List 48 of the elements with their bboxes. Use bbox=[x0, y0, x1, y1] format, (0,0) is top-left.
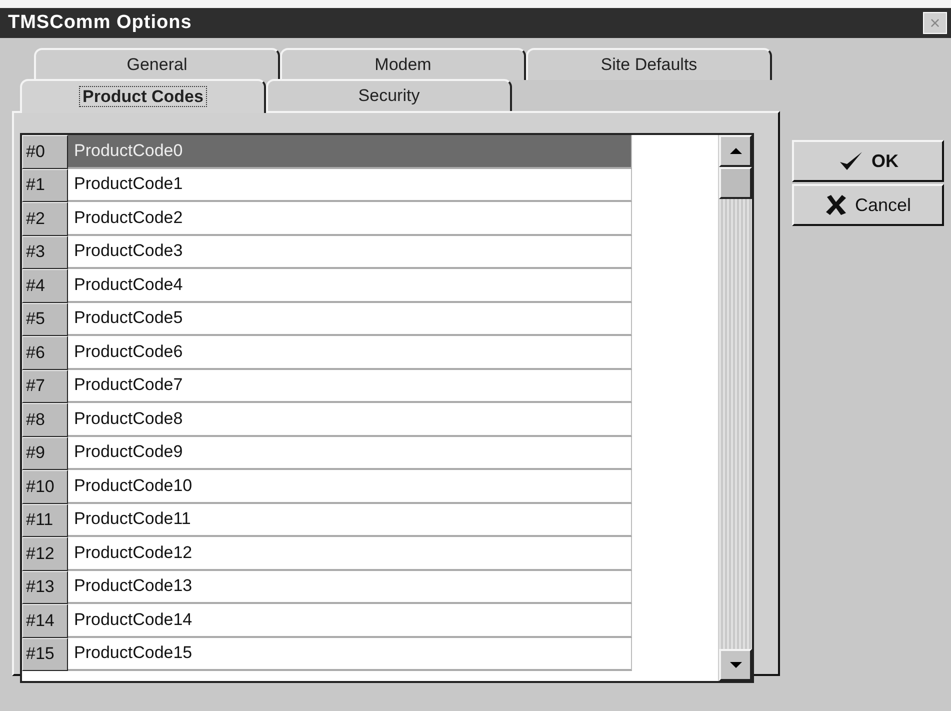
table-cell[interactable]: ProductCode11 bbox=[68, 504, 632, 537]
table-cell[interactable]: ProductCode15 bbox=[68, 638, 632, 671]
row-header: #3 bbox=[22, 236, 68, 269]
row-header: #2 bbox=[22, 202, 68, 236]
row-header: #5 bbox=[22, 302, 68, 336]
row-header: #7 bbox=[22, 370, 68, 403]
scrollbar[interactable] bbox=[718, 135, 752, 681]
down-arrow-icon bbox=[728, 661, 742, 669]
row-header: #13 bbox=[22, 570, 68, 604]
tab[interactable]: Product Codes bbox=[20, 79, 266, 113]
table-cell[interactable]: ProductCode12 bbox=[68, 537, 632, 570]
scroll-thumb[interactable] bbox=[719, 167, 752, 199]
table-cell[interactable]: ProductCode2 bbox=[68, 202, 632, 236]
table-cell[interactable]: ProductCode6 bbox=[68, 336, 632, 370]
cancel-button[interactable]: Cancel bbox=[792, 184, 944, 226]
window-title: TMSComm Options bbox=[8, 12, 192, 34]
scroll-down-button[interactable] bbox=[719, 649, 752, 681]
row-header: #6 bbox=[22, 336, 68, 370]
table-cell[interactable]: ProductCode9 bbox=[68, 436, 632, 470]
table-cell[interactable]: ProductCode14 bbox=[68, 604, 632, 638]
checkmark-icon bbox=[838, 150, 864, 172]
table-cell[interactable]: ProductCode0 bbox=[68, 135, 632, 168]
table-cell[interactable]: ProductCode13 bbox=[68, 570, 632, 604]
scroll-up-button[interactable] bbox=[719, 135, 752, 167]
up-arrow-icon bbox=[728, 147, 742, 155]
row-header: #14 bbox=[22, 604, 68, 638]
table-cell[interactable]: ProductCode10 bbox=[68, 470, 632, 504]
row-header: #10 bbox=[22, 470, 68, 504]
table-cell[interactable]: ProductCode4 bbox=[68, 269, 632, 302]
row-header: #12 bbox=[22, 537, 68, 570]
table-cell[interactable]: ProductCode8 bbox=[68, 403, 632, 436]
tab[interactable]: Site Defaults bbox=[526, 48, 772, 80]
tab[interactable]: Security bbox=[266, 79, 512, 111]
table-cell[interactable]: ProductCode5 bbox=[68, 302, 632, 336]
table-cell[interactable]: ProductCode1 bbox=[68, 168, 632, 202]
row-header: #1 bbox=[22, 168, 68, 202]
tab[interactable]: General bbox=[34, 48, 280, 80]
table-cell[interactable]: ProductCode3 bbox=[68, 236, 632, 269]
row-header: #8 bbox=[22, 403, 68, 436]
row-header: #11 bbox=[22, 504, 68, 537]
row-header: #0 bbox=[22, 135, 68, 168]
tab[interactable]: Modem bbox=[280, 48, 526, 80]
table-cell[interactable]: ProductCode7 bbox=[68, 370, 632, 403]
row-header: #9 bbox=[22, 436, 68, 470]
ok-button[interactable]: OK bbox=[792, 140, 944, 182]
row-header: #4 bbox=[22, 269, 68, 302]
row-header: #15 bbox=[22, 638, 68, 671]
cross-icon bbox=[824, 194, 847, 216]
